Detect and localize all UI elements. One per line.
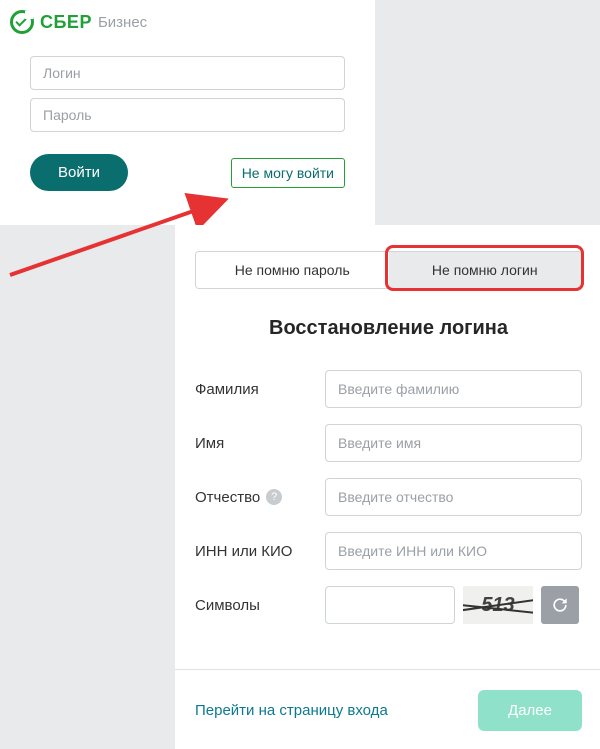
inn-input[interactable] bbox=[325, 532, 582, 570]
logo: СБЕР Бизнес bbox=[10, 10, 345, 34]
label-surname: Фамилия bbox=[195, 381, 325, 398]
sber-logo-icon bbox=[10, 10, 34, 34]
surname-input[interactable] bbox=[325, 370, 582, 408]
row-inn: ИНН или КИО bbox=[195, 532, 582, 570]
recovery-footer: Перейти на страницу входа Далее bbox=[175, 669, 600, 749]
cant-login-button[interactable]: Не могу войти bbox=[231, 158, 345, 188]
password-input[interactable] bbox=[30, 98, 345, 132]
recovery-tabs: Не помню пароль Не помню логин bbox=[195, 251, 582, 289]
logo-brand: СБЕР bbox=[40, 12, 92, 33]
captcha-reload-button[interactable] bbox=[541, 586, 579, 624]
patronymic-input[interactable] bbox=[325, 478, 582, 516]
tab-forgot-password[interactable]: Не помню пароль bbox=[196, 252, 389, 288]
captcha-group: 513 bbox=[325, 586, 579, 624]
tab-forgot-login[interactable]: Не помню логин bbox=[389, 252, 582, 288]
name-input[interactable] bbox=[325, 424, 582, 462]
logo-sub: Бизнес bbox=[98, 14, 147, 31]
recovery-title: Восстановление логина bbox=[195, 317, 582, 340]
login-panel: СБЕР Бизнес Войти Не могу войти bbox=[0, 0, 375, 225]
login-actions: Войти Не могу войти bbox=[30, 154, 345, 191]
recovery-panel: Не помню пароль Не помню логин Восстанов… bbox=[175, 225, 600, 749]
label-captcha: Символы bbox=[195, 597, 325, 614]
login-input[interactable] bbox=[30, 56, 345, 90]
captcha-image: 513 bbox=[463, 586, 533, 624]
row-captcha: Символы 513 bbox=[195, 586, 582, 624]
label-patronymic: Отчество ? bbox=[195, 489, 325, 506]
row-patronymic: Отчество ? bbox=[195, 478, 582, 516]
label-inn: ИНН или КИО bbox=[195, 543, 325, 560]
help-icon[interactable]: ? bbox=[266, 489, 282, 505]
row-surname: Фамилия bbox=[195, 370, 582, 408]
row-name: Имя bbox=[195, 424, 582, 462]
next-button[interactable]: Далее bbox=[478, 690, 582, 731]
label-patronymic-text: Отчество bbox=[195, 489, 260, 506]
label-name: Имя bbox=[195, 435, 325, 452]
refresh-icon bbox=[550, 595, 570, 615]
login-button[interactable]: Войти bbox=[30, 154, 128, 191]
captcha-input[interactable] bbox=[325, 586, 455, 624]
back-to-login-link[interactable]: Перейти на страницу входа bbox=[195, 702, 388, 719]
